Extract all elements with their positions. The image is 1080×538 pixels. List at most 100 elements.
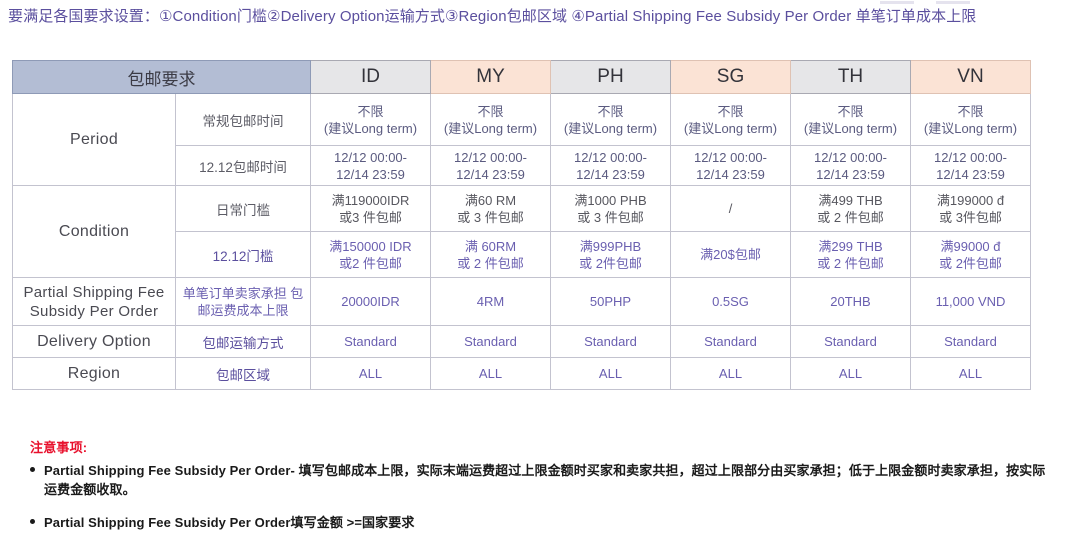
- cell-line-2: 或 2 件包邮: [817, 209, 884, 225]
- cell-line-1: 满 60RM: [464, 238, 517, 254]
- cell-line-1: 满1000 PHB: [574, 192, 647, 208]
- cell-period-regular-id: 不限 (建议Long term): [310, 93, 431, 146]
- cell-region-sg: ALL: [670, 357, 791, 390]
- header-country-ph: PH: [550, 60, 671, 94]
- row-sublabel-daily-threshold: 日常门槛: [175, 185, 311, 232]
- cell-period-regular-vn: 不限 (建议Long term): [910, 93, 1031, 146]
- table-row-condition-daily: Condition 日常门槛 满119000IDR 或3 件包邮 满60 RM 或 …: [12, 185, 1031, 278]
- cell-line-1: 12/12 00:00-: [573, 149, 647, 165]
- cell-line-1: 满150000 IDR: [329, 238, 412, 254]
- cell-line-1: 满199000 đ: [936, 192, 1005, 208]
- cell-condition-daily-sg: /: [670, 185, 791, 232]
- cell-line-1: 不限: [837, 103, 864, 119]
- cell-line-2: (建议Long term): [563, 120, 658, 136]
- cell-period-regular-th: 不限 (建议Long term): [790, 93, 911, 146]
- cell-line-1: 满119000IDR: [331, 192, 410, 208]
- cell-line-2: 或3 件包邮: [339, 209, 402, 225]
- row-sublabel-line-2: 邮运费成本上限: [197, 302, 289, 318]
- cell-region-vn: ALL: [910, 357, 1031, 390]
- cell-psf-vn: 11,000 VND: [910, 277, 1031, 326]
- header-country-sg: SG: [670, 60, 791, 94]
- cell-line-1: /: [728, 201, 733, 216]
- cell-line-2: 12/14 23:59: [816, 166, 885, 182]
- cell-delivery-my: Standard: [430, 325, 551, 358]
- cell-condition-1212-vn: 满99000 đ或 2件包邮: [910, 231, 1031, 278]
- cell-psf-ph: 50PHP: [550, 277, 671, 326]
- bullet-icon: [30, 519, 35, 524]
- cell-line-2: (建议Long term): [323, 120, 418, 136]
- cell-period-1212-vn: 12/12 00:00- 12/14 23:59: [910, 145, 1031, 186]
- cell-line-2: 或2 件包邮: [339, 255, 402, 271]
- header-country-th: TH: [790, 60, 911, 94]
- cell-condition-daily-id: 满119000IDR 或3 件包邮: [310, 185, 431, 232]
- cell-region-my: ALL: [430, 357, 551, 390]
- row-label-delivery-option: Delivery Option: [12, 325, 176, 358]
- cell-line-2: 或 3 件包邮: [577, 209, 644, 225]
- cell-period-1212-my: 12/12 00:00- 12/14 23:59: [430, 145, 551, 186]
- cell-line-2: 或 2件包邮: [579, 255, 642, 271]
- cell-region-th: ALL: [790, 357, 911, 390]
- cell-line-1: 12/12 00:00-: [333, 149, 407, 165]
- table-row-period-regular: Period 常规包邮时间 不限 (建议Long term) 不限 (建议Long …: [12, 93, 1031, 186]
- cell-line-1: 满999PHB: [579, 238, 642, 254]
- cell-line-2: (建议Long term): [923, 120, 1018, 136]
- cell-line-2: 或 2件包邮: [939, 255, 1002, 271]
- cell-condition-daily-th: 满499 THB 或 2 件包邮: [790, 185, 911, 232]
- table-row-region: Region 包邮区域 ALL ALL ALL ALL ALL ALL: [12, 357, 1031, 390]
- cell-period-1212-sg: 12/12 00:00- 12/14 23:59: [670, 145, 791, 186]
- note-item: Partial Shipping Fee Subsidy Per Order- …: [28, 461, 1058, 499]
- header-country-my: MY: [430, 60, 551, 94]
- cell-line-1: 满99000 đ: [940, 238, 1001, 254]
- cell-line-2: 12/14 23:59: [456, 166, 525, 182]
- row-sublabel-partial-shipping-fee: 单笔订单卖家承担 包 邮运费成本上限: [175, 277, 311, 326]
- cell-period-1212-ph: 12/12 00:00- 12/14 23:59: [550, 145, 671, 186]
- note-text: Partial Shipping Fee Subsidy Per Order填写…: [44, 515, 415, 530]
- cell-period-regular-my: 不限 (建议Long term): [430, 93, 551, 146]
- cell-line-2: 或 3件包邮: [939, 209, 1002, 225]
- cell-condition-daily-my: 满60 RM 或 3 件包邮: [430, 185, 551, 232]
- cell-line-1: 满60 RM: [464, 192, 517, 208]
- notes-title: 注意事项:: [30, 440, 88, 455]
- cell-condition-1212-id: 满150000 IDR 或2 件包邮: [310, 231, 431, 278]
- note-text: Partial Shipping Fee Subsidy Per Order- …: [44, 463, 1046, 497]
- cell-line-2: (建议Long term): [803, 120, 898, 136]
- notes-section: 注意事项: Partial Shipping Fee Subsidy Per O…: [28, 437, 1058, 538]
- cell-line-2: 12/14 23:59: [576, 166, 645, 182]
- cell-line-2: 或 3 件包邮: [457, 209, 524, 225]
- cell-psf-my: 4RM: [430, 277, 551, 326]
- table-row-partial-shipping-fee: Partial Shipping Fee Subsidy Per Order 单…: [12, 277, 1031, 326]
- row-sublabel-region: 包邮区域: [175, 357, 311, 390]
- row-sublabel-1212-threshold: 12.12门槛: [175, 231, 311, 278]
- cell-line-1: 不限: [477, 103, 504, 119]
- row-label-partial-shipping-fee: Partial Shipping Fee Subsidy Per Order: [12, 277, 176, 326]
- cell-line-2: 12/14 23:59: [936, 166, 1005, 182]
- cell-psf-th: 20THB: [790, 277, 911, 326]
- cell-line-2: 12/14 23:59: [336, 166, 405, 182]
- free-shipping-requirements-table-wrapper: 包邮要求 ID MY PH SG TH VN Period 常规包邮时间 不限(…: [12, 60, 1031, 390]
- cell-line-1: 满299 THB: [818, 238, 883, 254]
- cell-line-2: 12/14 23:59: [696, 166, 765, 182]
- row-label-line-2: Subsidy Per Order: [29, 302, 159, 320]
- row-label-region: Region: [12, 357, 176, 390]
- cell-condition-1212-ph: 满999PHB 或 2件包邮: [550, 231, 671, 278]
- header-requirement: 包邮要求: [12, 60, 311, 94]
- intro-paragraph: 要满足各国要求设置：①Condition门槛②Delivery Option运输…: [8, 8, 977, 25]
- cell-condition-1212-th: 满299 THB 或 2 件包邮: [790, 231, 911, 278]
- cell-psf-sg: 0.5SG: [670, 277, 791, 326]
- cell-condition-daily-vn: 满199000 đ或 3件包邮: [910, 185, 1031, 232]
- cell-delivery-th: Standard: [790, 325, 911, 358]
- cell-line-1: 12/12 00:00-: [453, 149, 527, 165]
- free-shipping-requirements-table: 包邮要求 ID MY PH SG TH VN Period 常规包邮时间 不限(…: [12, 60, 1031, 390]
- cell-line-1: 12/12 00:00-: [813, 149, 887, 165]
- row-group-label-period: Period: [12, 93, 176, 186]
- table-row-delivery-option: Delivery Option 包邮运输方式 Standard Standard…: [12, 325, 1031, 358]
- header-country-id: ID: [310, 60, 431, 94]
- cell-condition-daily-ph: 满1000 PHB 或 3 件包邮: [550, 185, 671, 232]
- cell-line-1: 满20$包邮: [700, 247, 761, 262]
- cell-delivery-sg: Standard: [670, 325, 791, 358]
- cell-line-1: 不限: [597, 103, 624, 119]
- cell-delivery-vn: Standard: [910, 325, 1031, 358]
- row-sublabel-delivery-option: 包邮运输方式: [175, 325, 311, 358]
- cell-condition-1212-my: 满 60RM 或 2 件包邮: [430, 231, 551, 278]
- cell-region-id: ALL: [310, 357, 431, 390]
